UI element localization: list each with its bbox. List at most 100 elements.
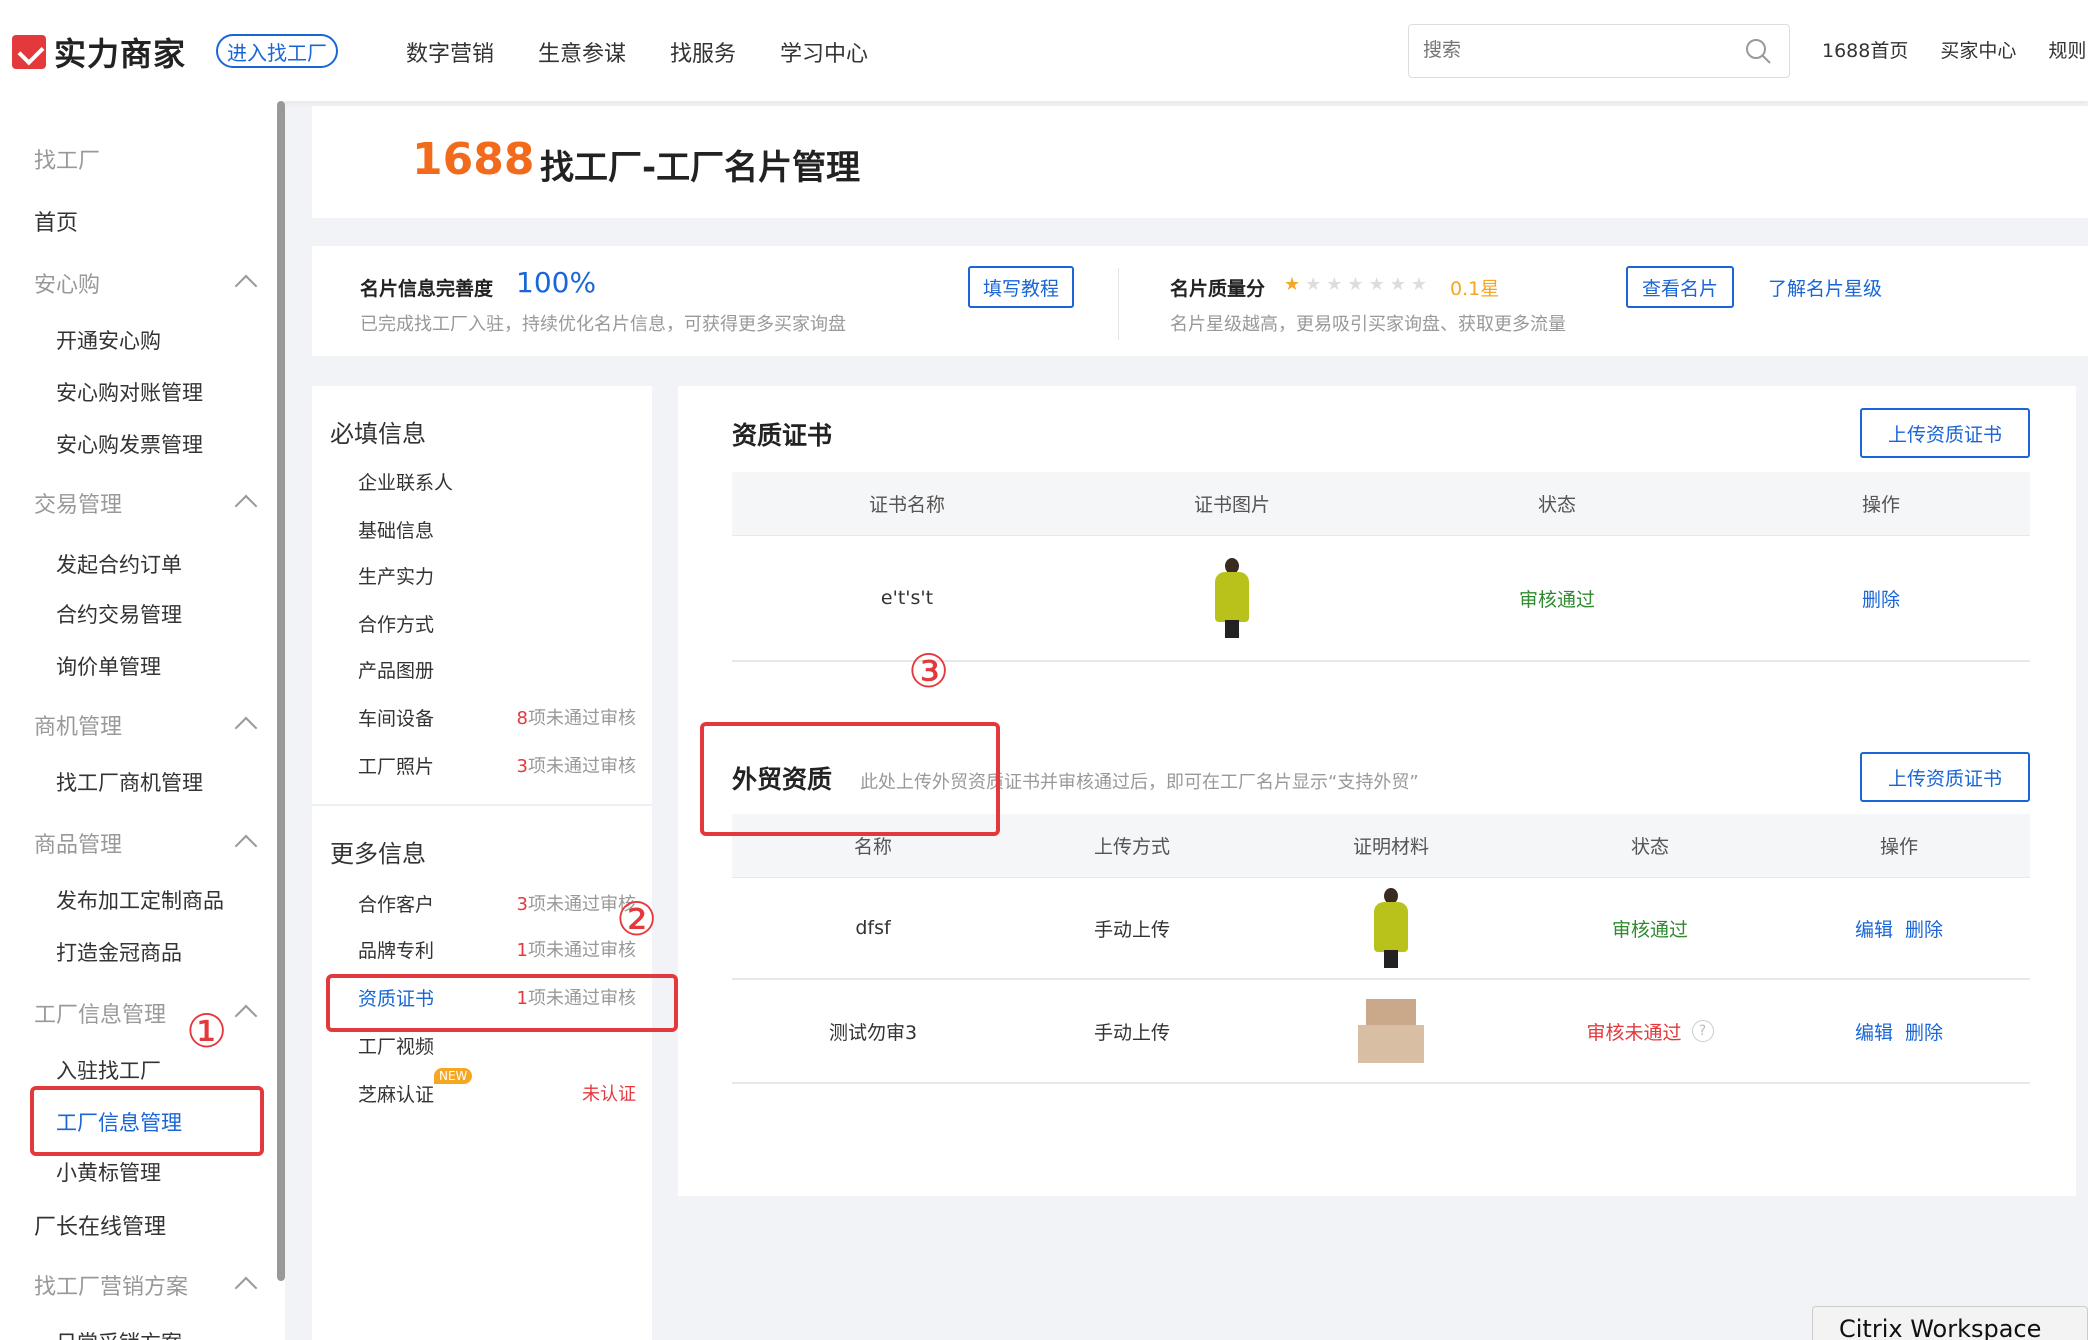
menu-item-basic[interactable]: 基础信息 bbox=[358, 516, 434, 543]
menu-item-album[interactable]: 产品图册 bbox=[358, 656, 434, 683]
new-badge: NEW bbox=[434, 1068, 473, 1084]
menu-item-photos[interactable]: 工厂照片 bbox=[358, 752, 434, 779]
nav-digital-marketing[interactable]: 数字营销 bbox=[406, 36, 494, 68]
col-header: 操作 bbox=[1861, 494, 1900, 516]
menu-item-patent[interactable]: 品牌专利 bbox=[358, 936, 434, 963]
sidebar-item-richang[interactable]: 日常采销方案 bbox=[56, 1327, 326, 1340]
annotation-number-1: ① bbox=[186, 1004, 228, 1058]
upload-trade-cert-button[interactable]: 上传资质证书 bbox=[1860, 752, 2030, 802]
col-header: 证书名称 bbox=[868, 494, 945, 516]
tutorial-button[interactable]: 填写教程 bbox=[968, 266, 1074, 308]
star-icon: ★ bbox=[1389, 274, 1406, 295]
nav-learning-center[interactable]: 学习中心 bbox=[780, 36, 868, 68]
help-icon[interactable]: ? bbox=[1691, 1020, 1714, 1042]
sidebar-item-changzhang[interactable]: 厂长在线管理 bbox=[34, 1209, 304, 1241]
info-menu: 必填信息 企业联系人 基础信息 生产实力 合作方式 产品图册 车间设备 8项未通… bbox=[312, 386, 652, 1340]
required-title: 必填信息 bbox=[330, 420, 426, 448]
menu-item-video[interactable]: 工厂视频 bbox=[358, 1032, 434, 1059]
menu-item-equipment[interactable]: 车间设备 bbox=[358, 704, 434, 731]
cert-image[interactable] bbox=[1082, 556, 1382, 640]
sidebar-item-duizhang[interactable]: 安心购对账管理 bbox=[56, 377, 326, 407]
sidebar-item-ruzhu[interactable]: 入驻找工厂 bbox=[56, 1055, 326, 1085]
sidebar-item-huangbiao[interactable]: 小黄标管理 bbox=[56, 1157, 326, 1187]
sidebar-group-yingxiao[interactable]: 找工厂营销方案 bbox=[34, 1269, 304, 1301]
menu-item-capacity[interactable]: 生产实力 bbox=[358, 562, 434, 589]
link-buyer-center[interactable]: 买家中心 bbox=[1940, 36, 2016, 63]
nav-business-advisor[interactable]: 生意参谋 bbox=[538, 36, 626, 68]
learn-stars-link[interactable]: 了解名片星级 bbox=[1768, 274, 1882, 301]
col-header: 证明材料 bbox=[1352, 836, 1429, 858]
menu-item-customers[interactable]: 合作客户 bbox=[358, 890, 434, 917]
quality-desc: 名片星级越高，更易吸引买家询盘、获取更多流量 bbox=[1170, 314, 1566, 335]
sidebar-item-home[interactable]: 首页 bbox=[34, 205, 304, 237]
sidebar-scrollbar[interactable] bbox=[277, 101, 285, 1281]
certs-title: 资质证书 bbox=[732, 421, 833, 450]
annotation-number-3: ③ bbox=[908, 644, 950, 698]
trade-image[interactable] bbox=[1250, 999, 1532, 1063]
yellow-coat-image bbox=[1209, 556, 1255, 640]
sidebar-item-heyue[interactable]: 合约交易管理 bbox=[56, 599, 326, 629]
sidebar-group-anxingou[interactable]: 安心购 bbox=[34, 267, 304, 299]
certs-table: 证书名称 证书图片 状态 操作 e't's't 审核通过 删除 bbox=[732, 472, 2030, 662]
customers-note: 3项未通过审核 bbox=[516, 894, 636, 915]
quality-score: 0.1星 bbox=[1450, 278, 1500, 300]
trade-image[interactable] bbox=[1250, 886, 1532, 970]
edit-link[interactable]: 编辑 bbox=[1855, 1018, 1893, 1045]
divider bbox=[312, 804, 652, 806]
completeness-desc: 已完成找工厂入驻，持续优化名片信息，可获得更多买家询盘 bbox=[360, 314, 846, 335]
col-header: 操作 bbox=[1879, 836, 1918, 858]
menu-item-contact[interactable]: 企业联系人 bbox=[358, 468, 453, 495]
sidebar-item-shangji-mgmt[interactable]: 找工厂商机管理 bbox=[56, 767, 326, 797]
sidebar-item-fabu[interactable]: 发布加工定制商品 bbox=[56, 885, 326, 915]
star-icon: ★ bbox=[1368, 274, 1385, 295]
trade-status: 审核通过 bbox=[1611, 918, 1688, 941]
quality-label: 名片质量分 bbox=[1170, 278, 1266, 300]
trade-name: 测试勿审3 bbox=[828, 1021, 918, 1044]
logo[interactable]: 实力商家 bbox=[12, 32, 186, 73]
sidebar-item-dazao[interactable]: 打造金冠商品 bbox=[56, 937, 326, 967]
sidebar-group-jiaoyi[interactable]: 交易管理 bbox=[34, 487, 304, 519]
delete-link[interactable]: 删除 bbox=[1862, 585, 1900, 612]
sidebar-item-faqi[interactable]: 发起合约订单 bbox=[56, 549, 326, 579]
col-header: 证书图片 bbox=[1193, 494, 1270, 516]
enter-factory-button[interactable]: 进入找工厂 bbox=[216, 34, 338, 68]
table-row: 测试勿审3 手动上传 审核未通过? 编辑 删除 bbox=[732, 980, 2030, 1084]
star-icon: ★ bbox=[1284, 274, 1301, 295]
sidebar-group-shangpin[interactable]: 商品管理 bbox=[34, 827, 304, 859]
sidebar-item-kaitong[interactable]: 开通安心购 bbox=[56, 325, 326, 355]
page-header: 1688 找工厂-工厂名片管理 bbox=[312, 106, 2088, 218]
star-icon: ★ bbox=[1305, 274, 1322, 295]
top-bar: 实力商家 进入找工厂 数字营销 生意参谋 找服务 学习中心 1688首页 买家中… bbox=[0, 0, 2088, 101]
link-1688-home[interactable]: 1688首页 bbox=[1822, 36, 1908, 63]
menu-item-zhima[interactable]: 芝麻认证 bbox=[358, 1080, 434, 1107]
equipment-note: 8项未通过审核 bbox=[516, 708, 636, 729]
search-icon[interactable] bbox=[1745, 38, 1771, 64]
page-title: 找工厂-工厂名片管理 bbox=[540, 148, 861, 188]
search-input[interactable] bbox=[1409, 25, 1709, 75]
star-icon: ★ bbox=[1410, 274, 1427, 295]
star-icon: ★ bbox=[1326, 274, 1343, 295]
patent-note: 1项未通过审核 bbox=[516, 940, 636, 961]
delete-link[interactable]: 删除 bbox=[1905, 915, 1943, 942]
citrix-taskbar-tab[interactable]: Citrix Workspace bbox=[1812, 1306, 2088, 1340]
search-box bbox=[1408, 24, 1790, 78]
card-stats: 名片信息完善度 100% 已完成找工厂入驻，持续优化名片信息，可获得更多买家询盘… bbox=[312, 246, 2088, 356]
sidebar-group-shangji[interactable]: 商机管理 bbox=[34, 709, 304, 741]
zhima-status: 未认证 bbox=[582, 1084, 636, 1105]
nav-find-service[interactable]: 找服务 bbox=[670, 36, 736, 68]
annotation-number-2: ② bbox=[616, 892, 658, 946]
link-rules[interactable]: 规则 bbox=[2048, 36, 2086, 63]
sidebar-title: 找工厂 bbox=[34, 149, 101, 174]
col-header: 状态 bbox=[1537, 494, 1576, 516]
sidebar-group-gongchang[interactable]: 工厂信息管理 bbox=[34, 997, 304, 1029]
yellow-coat-image bbox=[1368, 886, 1414, 970]
delete-link[interactable]: 删除 bbox=[1905, 1018, 1943, 1045]
annotation-box-2 bbox=[326, 974, 678, 1032]
sidebar-item-fapiao[interactable]: 安心购发票管理 bbox=[56, 429, 326, 459]
upload-cert-button[interactable]: 上传资质证书 bbox=[1860, 408, 2030, 458]
carton-box-image bbox=[1356, 999, 1426, 1063]
view-card-button[interactable]: 查看名片 bbox=[1626, 266, 1734, 308]
menu-item-cooperation[interactable]: 合作方式 bbox=[358, 610, 434, 637]
edit-link[interactable]: 编辑 bbox=[1855, 915, 1893, 942]
sidebar-item-xunjia[interactable]: 询价单管理 bbox=[56, 651, 326, 681]
